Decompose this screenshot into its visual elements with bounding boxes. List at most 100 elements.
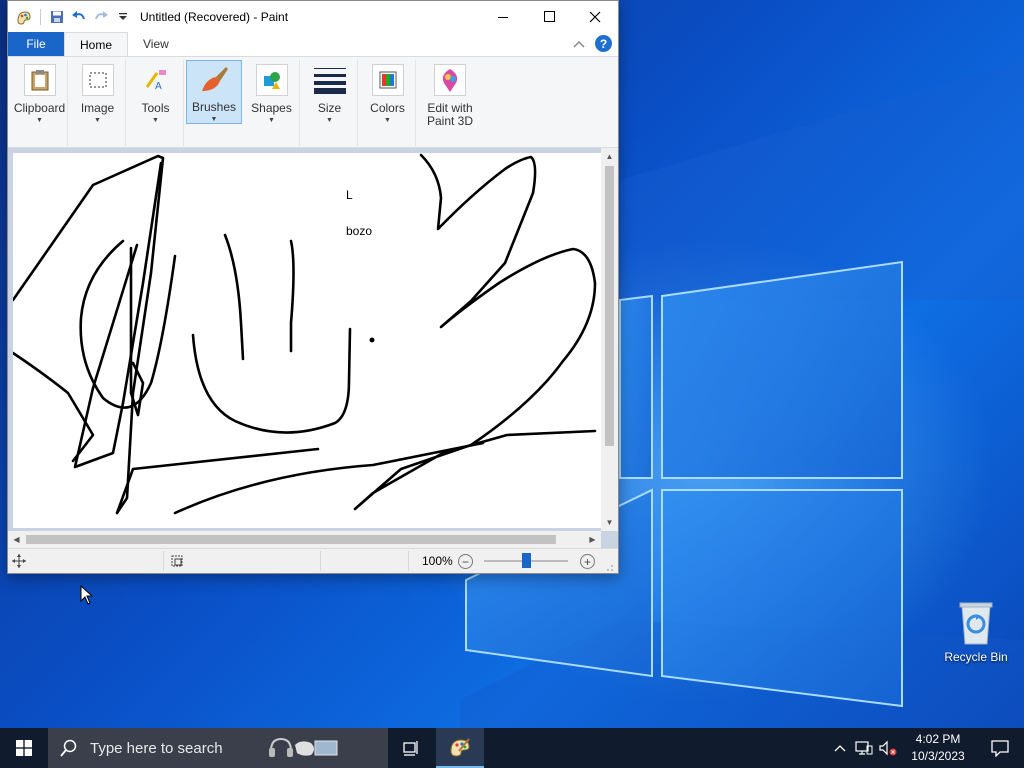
- task-view-button[interactable]: [388, 728, 436, 768]
- recycle-bin-label: Recycle Bin: [944, 650, 1008, 664]
- customize-qat-button[interactable]: [114, 8, 132, 26]
- minimize-button[interactable]: [480, 1, 526, 32]
- shapes-group[interactable]: Shapes ▼: [244, 60, 300, 146]
- title-bar[interactable]: Untitled (Recovered) - Paint: [8, 1, 618, 32]
- tab-file[interactable]: File: [8, 32, 64, 56]
- canvas-text-bozo: bozo: [346, 224, 373, 238]
- paint-window[interactable]: Untitled (Recovered) - Paint File Home V…: [7, 0, 619, 574]
- canvas-text-l: L: [346, 188, 353, 202]
- size-label: Size: [317, 101, 342, 115]
- size-icon: [313, 64, 346, 96]
- chevron-down-icon: ▼: [268, 117, 275, 124]
- scroll-down-arrow[interactable]: ▼: [601, 514, 618, 531]
- show-hidden-icons-button[interactable]: [828, 728, 852, 768]
- chevron-down-icon: ▼: [94, 117, 101, 124]
- mouse-cursor-icon: [80, 585, 94, 605]
- recycle-bin-shortcut[interactable]: Recycle Bin: [938, 598, 1014, 674]
- paint3d-group[interactable]: Edit with Paint 3D: [418, 60, 482, 146]
- recycle-bin-icon: [959, 602, 993, 645]
- status-bar: 100% − +: [8, 548, 618, 573]
- volume-muted-icon: [879, 740, 897, 756]
- ribbon-home: Clipboard ▼ Image ▼ A Tools ▼ Brushes ▼: [8, 56, 618, 148]
- clock-time: 4:02 PM: [915, 732, 961, 746]
- vertical-scrollbar[interactable]: ▲ ▼: [601, 148, 618, 531]
- save-button[interactable]: [48, 8, 66, 26]
- windows-logo-icon: [16, 740, 32, 756]
- search-placeholder: Type here to search: [90, 739, 223, 757]
- canvas-area: L bozo ▲ ▼ ◀ ▶: [8, 148, 618, 548]
- minimize-ribbon-button[interactable]: [573, 37, 585, 51]
- brushes-group[interactable]: Brushes ▼: [186, 60, 242, 124]
- freehand-strokes: [13, 153, 597, 515]
- undo-icon: [72, 10, 85, 19]
- chevron-up-icon: [834, 745, 846, 752]
- clipboard-icon: [23, 64, 56, 96]
- status-separator: [320, 551, 321, 571]
- quick-access-toolbar: [8, 8, 132, 26]
- search-icon: [60, 739, 77, 757]
- selection-size-icon: [170, 554, 184, 571]
- scroll-right-arrow[interactable]: ▶: [584, 531, 601, 548]
- colors-group[interactable]: Colors ▼: [360, 60, 416, 146]
- redo-icon: [95, 10, 108, 19]
- taskbar-paint-app[interactable]: [436, 728, 484, 768]
- volume-button[interactable]: [876, 728, 900, 768]
- horizontal-scroll-thumb[interactable]: [26, 535, 556, 544]
- undo-button[interactable]: [70, 8, 88, 26]
- zoom-slider-thumb[interactable]: [522, 553, 531, 568]
- select-icon: [81, 64, 114, 96]
- close-icon: [589, 11, 601, 22]
- image-label: Image: [80, 101, 115, 115]
- brush-icon: [198, 65, 230, 95]
- chevron-down-icon: [119, 12, 127, 20]
- status-separator: [408, 551, 409, 571]
- help-button[interactable]: ?: [595, 35, 612, 52]
- paint3d-icon: [434, 64, 466, 96]
- search-highlight-icon: [268, 737, 338, 757]
- system-tray: 4:02 PM 10/3/2023: [828, 728, 1024, 768]
- tab-home[interactable]: Home: [64, 32, 129, 56]
- brushes-label: Brushes: [191, 100, 237, 114]
- clipboard-label: Clipboard: [13, 101, 66, 115]
- clipboard-group[interactable]: Clipboard ▼: [12, 60, 68, 146]
- resize-grip[interactable]: [606, 561, 614, 575]
- scroll-left-arrow[interactable]: ◀: [8, 531, 25, 548]
- cursor-position-icon: [12, 554, 26, 571]
- paint-app-icon[interactable]: [15, 8, 33, 26]
- network-button[interactable]: [852, 728, 876, 768]
- size-group[interactable]: Size ▼: [302, 60, 358, 146]
- taskbar-clock[interactable]: 4:02 PM 10/3/2023: [900, 731, 976, 765]
- scroll-up-arrow[interactable]: ▲: [601, 148, 618, 165]
- shapes-icon: [255, 64, 288, 96]
- shapes-label: Shapes: [251, 101, 292, 115]
- tools-group[interactable]: A Tools ▼: [128, 60, 184, 146]
- chevron-down-icon: ▼: [326, 117, 333, 124]
- tools-icon: A: [140, 64, 172, 96]
- start-button[interactable]: [0, 728, 48, 768]
- tools-label: Tools: [141, 101, 170, 115]
- qat-separator: [40, 8, 41, 25]
- colors-icon: [371, 64, 404, 96]
- zoom-level: 100%: [422, 554, 453, 568]
- drawing-canvas[interactable]: L bozo: [13, 153, 603, 528]
- status-separator: [163, 551, 164, 571]
- image-group[interactable]: Image ▼: [70, 60, 126, 146]
- maximize-button[interactable]: [526, 1, 572, 32]
- chevron-up-icon: [573, 40, 585, 48]
- chevron-down-icon: ▼: [152, 117, 159, 124]
- minimize-icon: [498, 16, 508, 18]
- taskbar: Type here to search 4:02 PM 10/3/2023: [0, 728, 1024, 768]
- zoom-in-button[interactable]: +: [580, 554, 595, 569]
- zoom-out-button[interactable]: −: [458, 554, 473, 569]
- horizontal-scrollbar[interactable]: ◀ ▶: [8, 531, 601, 548]
- redo-button[interactable]: [92, 8, 110, 26]
- close-button[interactable]: [572, 1, 618, 32]
- taskbar-search-box[interactable]: Type here to search: [48, 728, 388, 768]
- action-center-button[interactable]: [976, 728, 1024, 768]
- colors-label: Colors: [370, 101, 405, 115]
- ribbon-tab-tools: ?: [573, 35, 612, 52]
- ribbon-tabs: File Home View ?: [8, 32, 618, 56]
- paint-app-icon: [450, 738, 470, 757]
- vertical-scroll-thumb[interactable]: [605, 166, 614, 446]
- tab-view[interactable]: View: [128, 32, 184, 56]
